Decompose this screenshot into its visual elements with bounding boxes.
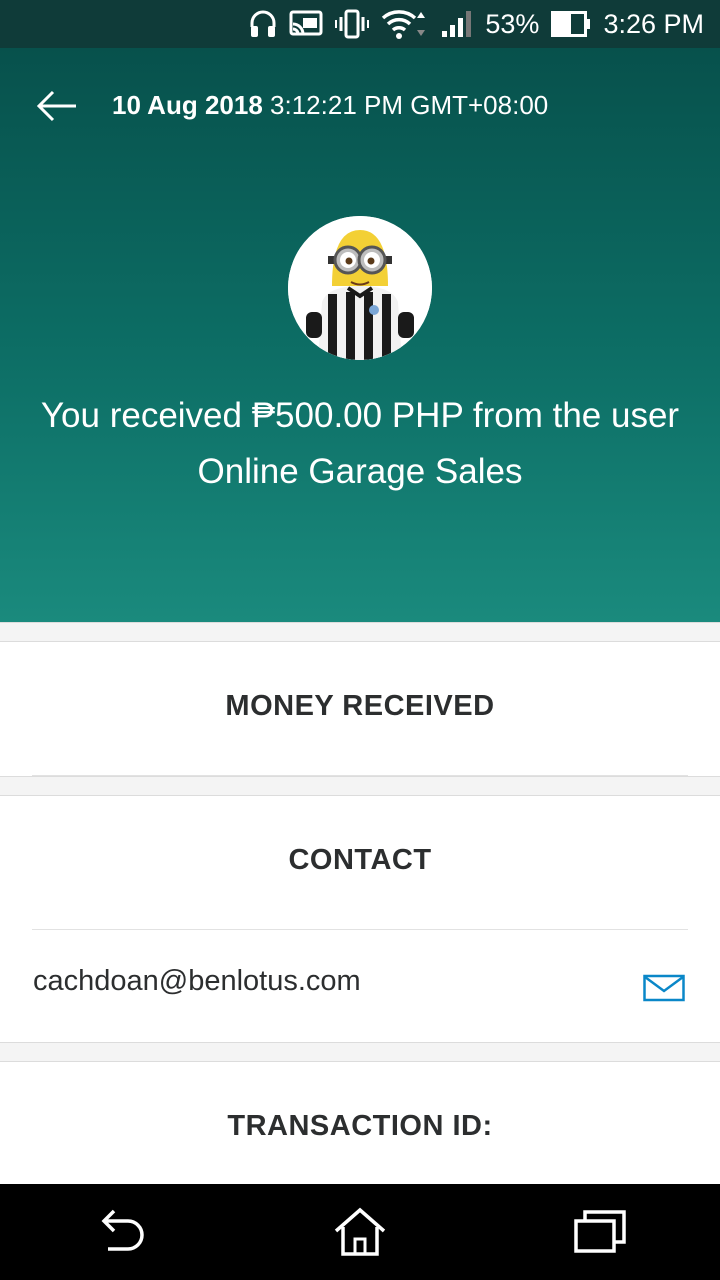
mail-icon — [643, 974, 685, 1002]
minion-avatar-image — [288, 216, 432, 360]
transaction-datetime: 10 Aug 2018 3:12:21 PM GMT+08:00 — [112, 90, 548, 121]
headphones-icon — [249, 9, 277, 39]
status-time: 3:26 PM — [603, 8, 704, 39]
wifi-icon — [381, 8, 429, 40]
battery-icon — [551, 11, 591, 37]
transaction-time: 3:12:21 PM GMT+08:00 — [270, 90, 549, 120]
email-contact-button[interactable] — [640, 970, 688, 1006]
back-nav-icon — [101, 1209, 144, 1251]
status-bar: 53% 3:26 PM — [0, 0, 720, 48]
vibrate-icon — [335, 9, 370, 39]
section-divider — [0, 776, 720, 796]
nav-home-button[interactable] — [320, 1197, 400, 1267]
back-button[interactable] — [34, 86, 80, 126]
contact-email[interactable]: cachdoan@benlotus.com — [33, 965, 361, 998]
section-divider — [0, 622, 720, 642]
section-divider — [0, 1042, 720, 1062]
back-arrow-icon — [36, 90, 76, 122]
contact-title: CONTACT — [288, 844, 432, 876]
nav-recents-button[interactable] — [560, 1197, 640, 1267]
transaction-header: 10 Aug 2018 3:12:21 PM GMT+08:00 You rec… — [0, 48, 720, 622]
transaction-headline: You received ₱500.00 PHP from the user O… — [40, 396, 680, 491]
navigation-bar — [0, 1184, 720, 1280]
battery-percent: 53% — [485, 8, 540, 39]
contact-line — [32, 929, 688, 930]
nav-back-button[interactable] — [80, 1197, 160, 1267]
recents-icon — [574, 1210, 626, 1253]
transaction-date: 10 Aug 2018 — [112, 90, 263, 120]
home-icon — [334, 1207, 386, 1256]
cast-icon — [289, 10, 323, 38]
money-received-title: MONEY RECEIVED — [225, 690, 495, 722]
transaction-id-title: TRANSACTION ID: — [227, 1110, 493, 1142]
signal-icon — [441, 9, 473, 39]
avatar — [288, 216, 432, 360]
